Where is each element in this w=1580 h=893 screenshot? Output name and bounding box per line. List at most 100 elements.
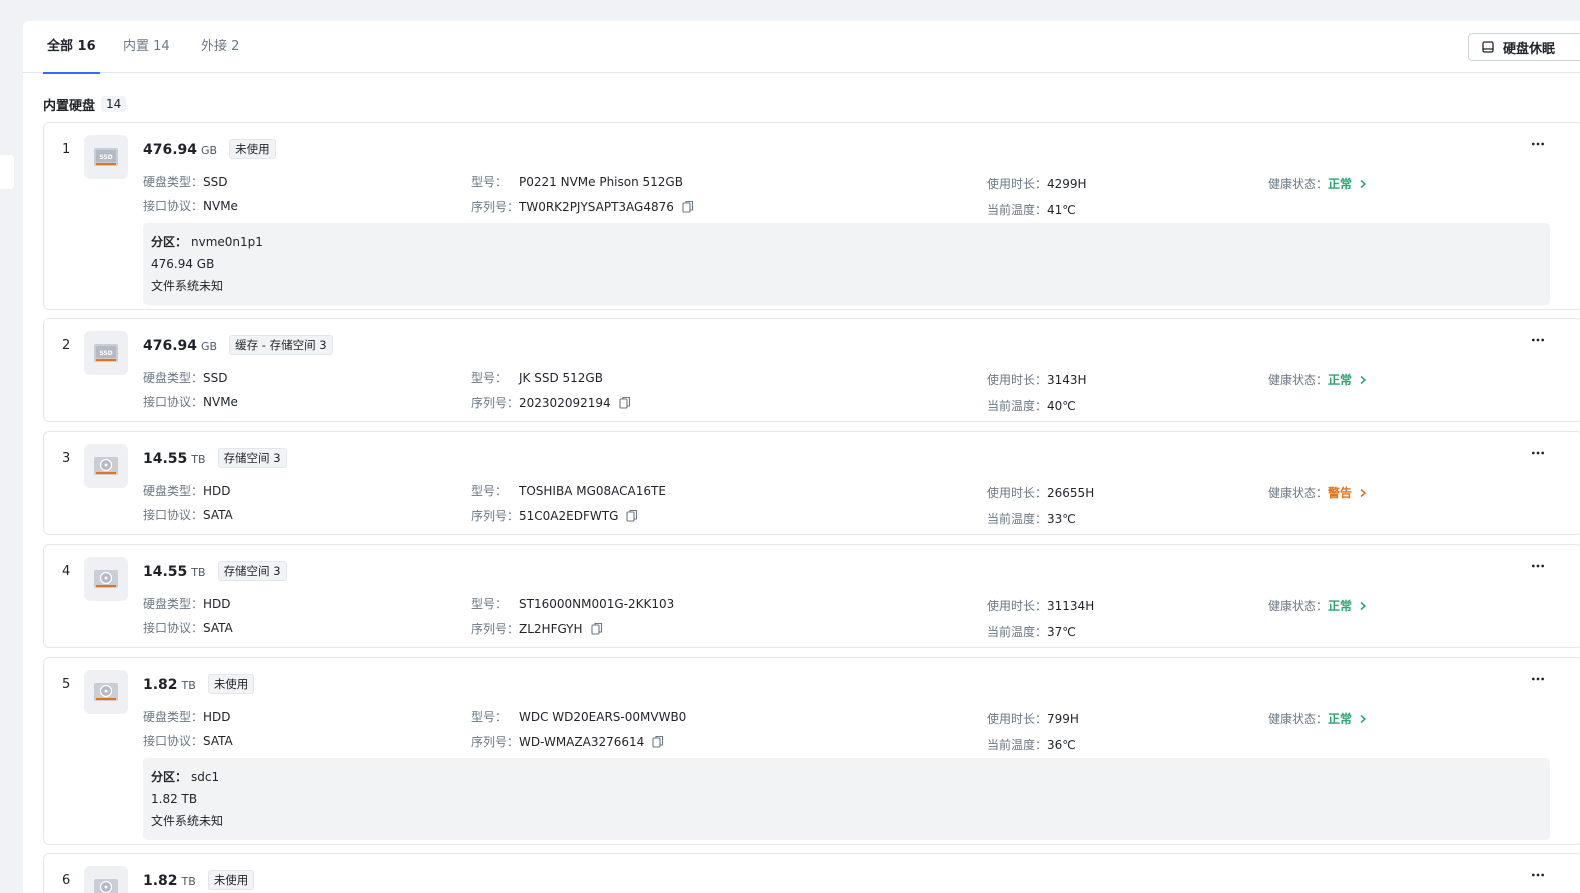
- disk-temperature-label: 当前温度：: [987, 738, 1048, 752]
- disk-model-value: JK SSD 512GB: [519, 371, 603, 385]
- disk-card[interactable]: 4 14.55 TB 存储空间 3 硬盘类型：HDD 接口协议：SATA 型号： ST1600…: [43, 544, 1580, 648]
- disk-type-label: 硬盘类型：: [143, 484, 204, 498]
- disk-protocol: 接口协议：NVMe: [143, 197, 238, 214]
- copy-icon[interactable]: [590, 622, 603, 635]
- disk-index: 2: [62, 338, 71, 353]
- disk-protocol-label: 接口协议：: [143, 508, 204, 522]
- more-options-icon[interactable]: [1528, 559, 1548, 573]
- chevron-right-icon: [1358, 600, 1368, 611]
- disk-serial-label: 序列号：: [471, 735, 520, 749]
- disk-protocol: 接口协议：NVMe: [143, 393, 238, 410]
- disk-model-value: ST16000NM001G-2KK103: [519, 597, 675, 611]
- disk-protocol-label: 接口协议：: [143, 199, 204, 213]
- disk-type-value: SSD: [203, 175, 228, 189]
- disk-sleep-icon: [1482, 41, 1494, 53]
- disk-model-value: TOSHIBA MG08ACA16TE: [519, 484, 666, 498]
- disk-temperature-label: 当前温度：: [987, 399, 1048, 413]
- disk-sleep-button[interactable]: 硬盘休眠: [1468, 33, 1580, 61]
- partition-info: 分区： nvme0n1p1 476.94 GB 文件系统未知: [143, 223, 1550, 305]
- disk-model-label: 型号：: [471, 597, 508, 611]
- disk-runtime-value: 4299H: [1047, 177, 1087, 191]
- health-status[interactable]: 健康状态：正常: [1268, 175, 1368, 192]
- disk-model-value: WDC WD20EARS-00MVWB0: [519, 710, 687, 724]
- copy-icon[interactable]: [626, 509, 638, 522]
- capacity-unit: TB: [181, 679, 196, 692]
- more-options-icon[interactable]: [1528, 868, 1548, 882]
- disk-serial-value: 202302092194: [519, 396, 611, 410]
- usage-badge: 未使用: [207, 870, 255, 890]
- disk-runtime-label: 使用时长：: [987, 712, 1048, 726]
- partition-name: 分区： nvme0n1p1: [151, 231, 1542, 253]
- disk-panel: 全部 16 内置 14 外接 2 硬盘休眠 内置硬盘 14 1 SSD 476.94…: [23, 21, 1580, 893]
- health-status-value: 警告: [1328, 486, 1353, 500]
- disk-type: 硬盘类型：SSD: [143, 369, 228, 386]
- disk-temperature-value: 41℃: [1047, 203, 1076, 217]
- disk-model: 型号： WDC WD20EARS-00MVWB0: [471, 708, 686, 725]
- more-options-icon[interactable]: [1528, 137, 1548, 151]
- disk-serial-label: 序列号：: [471, 622, 520, 636]
- disk-temperature-value: 40℃: [1047, 399, 1076, 413]
- disk-protocol-label: 接口协议：: [143, 395, 204, 409]
- chevron-right-icon: [1358, 487, 1368, 498]
- disk-type-label: 硬盘类型：: [143, 175, 204, 189]
- copy-icon[interactable]: [619, 396, 631, 409]
- disk-protocol-value: SATA: [203, 508, 233, 522]
- usage-badge: 未使用: [207, 674, 255, 694]
- tab-internal[interactable]: 内置 14: [123, 21, 170, 73]
- disk-model: 型号： JK SSD 512GB: [471, 369, 603, 386]
- disk-type: 硬盘类型：HDD: [143, 708, 231, 725]
- tab-all[interactable]: 全部 16: [43, 21, 100, 74]
- disk-runtime-label: 使用时长：: [987, 177, 1048, 191]
- disk-protocol-label: 接口协议：: [143, 621, 204, 635]
- disk-type-value: SSD: [203, 371, 228, 385]
- disk-model-label: 型号：: [471, 371, 508, 385]
- disk-card[interactable]: 6 1.82 TB 未使用: [43, 853, 1580, 893]
- disk-capacity: 1.82 TB 未使用: [143, 870, 255, 891]
- disk-card[interactable]: 3 14.55 TB 存储空间 3 硬盘类型：HDD 接口协议：SATA 型号： TOSHIB…: [43, 431, 1580, 535]
- disk-index: 5: [62, 677, 71, 692]
- disk-card[interactable]: 1 SSD 476.94 GB 未使用 硬盘类型：SSD 接口协议：NVMe 型号： P0221…: [43, 122, 1580, 310]
- disk-capacity: 476.94 GB 缓存 - 存储空间 3: [143, 335, 333, 356]
- health-status[interactable]: 健康状态：警告: [1268, 484, 1368, 501]
- disk-card[interactable]: 2 SSD 476.94 GB 缓存 - 存储空间 3 硬盘类型：SSD 接口协议：NVMe…: [43, 318, 1580, 422]
- copy-icon[interactable]: [682, 200, 694, 213]
- disk-serial-label: 序列号：: [471, 200, 520, 214]
- disk-sleep-label: 硬盘休眠: [1503, 41, 1556, 57]
- health-status[interactable]: 健康状态：正常: [1268, 597, 1368, 614]
- health-status[interactable]: 健康状态：正常: [1268, 371, 1368, 388]
- disk-runtime-label: 使用时长：: [987, 599, 1048, 613]
- capacity-unit: GB: [201, 144, 218, 157]
- disk-card[interactable]: 5 1.82 TB 未使用 硬盘类型：HDD 接口协议：SATA 型号： WDC WD20EA…: [43, 657, 1580, 845]
- tab-external[interactable]: 外接 2: [201, 21, 239, 73]
- disk-model-label: 型号：: [471, 175, 508, 189]
- disk-temperature: 当前温度：40℃: [987, 397, 1076, 414]
- disk-model-value: P0221 NVMe Phison 512GB: [519, 175, 683, 189]
- usage-badge: 存储空间 3: [217, 561, 287, 581]
- partition-name-value: sdc1: [191, 770, 220, 784]
- disk-protocol-value: SATA: [203, 734, 233, 748]
- disk-model: 型号： P0221 NVMe Phison 512GB: [471, 173, 683, 190]
- capacity-value: 14.55: [143, 451, 188, 467]
- svg-text:SSD: SSD: [99, 350, 112, 357]
- disk-type-value: HDD: [203, 710, 231, 724]
- more-options-icon[interactable]: [1528, 446, 1548, 460]
- disk-serial: 序列号：ZL2HFGYH: [471, 620, 603, 637]
- ssd-icon: SSD: [84, 135, 128, 179]
- disk-serial-label: 序列号：: [471, 509, 520, 523]
- health-status[interactable]: 健康状态：正常: [1268, 710, 1368, 727]
- disk-temperature-label: 当前温度：: [987, 625, 1048, 639]
- capacity-unit: TB: [181, 875, 196, 888]
- hdd-icon: [84, 866, 128, 893]
- health-status-label: 健康状态：: [1268, 599, 1329, 613]
- more-options-icon[interactable]: [1528, 333, 1548, 347]
- health-status-label: 健康状态：: [1268, 712, 1329, 726]
- usage-badge: 存储空间 3: [217, 448, 287, 468]
- disk-index: 1: [62, 142, 71, 157]
- disk-capacity: 476.94 GB 未使用: [143, 139, 276, 160]
- disk-runtime: 使用时长：799H: [987, 710, 1079, 727]
- disk-temperature-label: 当前温度：: [987, 512, 1048, 526]
- partition-label: 分区：: [151, 770, 188, 784]
- copy-icon[interactable]: [652, 735, 664, 748]
- disk-protocol-value: NVMe: [203, 395, 238, 409]
- more-options-icon[interactable]: [1528, 672, 1548, 686]
